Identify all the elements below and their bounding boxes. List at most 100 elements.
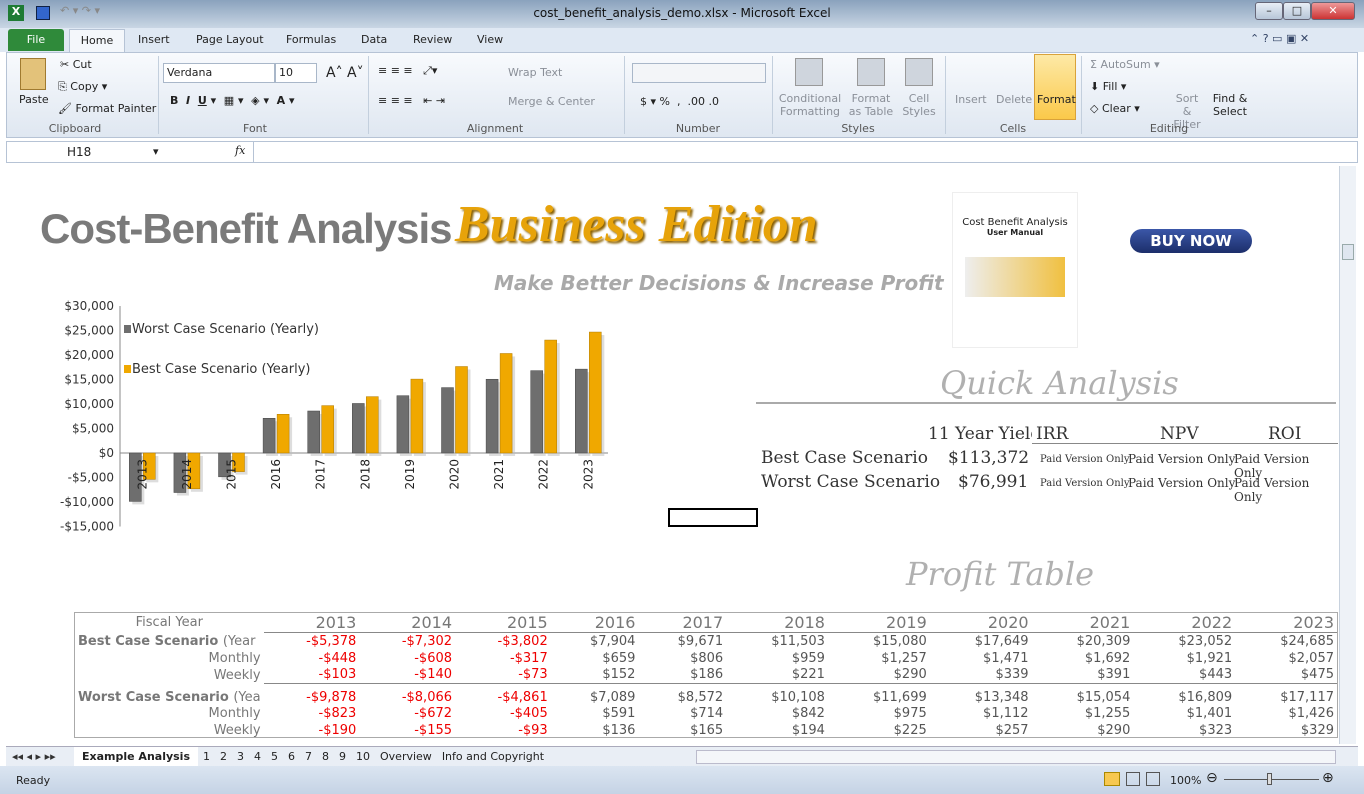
- page-break-view-icon[interactable]: [1146, 772, 1160, 786]
- table-cell[interactable]: $10,108: [726, 683, 828, 705]
- table-cell[interactable]: $1,471: [930, 650, 1032, 667]
- table-cell[interactable]: $1,692: [1032, 650, 1134, 667]
- table-cell[interactable]: -$3,802: [455, 632, 551, 650]
- table-cell[interactable]: $714: [638, 705, 726, 722]
- table-cell[interactable]: -$448: [264, 650, 360, 667]
- table-cell[interactable]: -$103: [264, 667, 360, 684]
- table-cell[interactable]: $329: [1235, 722, 1337, 739]
- name-box-dropdown-icon[interactable]: ▾: [153, 145, 159, 158]
- table-cell[interactable]: -$5,378: [263, 632, 360, 650]
- zoom-level[interactable]: 100%: [1170, 774, 1201, 787]
- sheet-tab[interactable]: Info and Copyright: [437, 747, 549, 767]
- normal-view-icon[interactable]: [1104, 772, 1120, 786]
- table-cell[interactable]: $17,117: [1235, 683, 1337, 705]
- tab-review[interactable]: Review: [413, 33, 452, 46]
- table-cell[interactable]: $16,809: [1133, 683, 1236, 705]
- number-format-select[interactable]: [632, 63, 766, 83]
- table-cell[interactable]: -$672: [359, 705, 455, 722]
- table-cell[interactable]: $11,699: [827, 683, 930, 705]
- bold-button[interactable]: B I U ▾ ▦ ▾ ◈ ▾ A ▾: [170, 94, 295, 107]
- worksheet[interactable]: Cost-Benefit Analysis Business Edition M…: [8, 166, 1338, 744]
- table-cell[interactable]: $591: [551, 705, 639, 722]
- table-cell[interactable]: -$190: [264, 722, 360, 739]
- copy-button[interactable]: ⎘ Copy ▾: [58, 80, 107, 94]
- table-cell[interactable]: -$93: [455, 722, 551, 739]
- insert-cells-button[interactable]: Insert: [955, 93, 987, 106]
- table-cell[interactable]: $23,052: [1133, 632, 1236, 650]
- table-cell[interactable]: $13,348: [929, 683, 1032, 705]
- name-box[interactable]: H18: [67, 145, 91, 159]
- table-cell[interactable]: -$9,878: [263, 683, 360, 705]
- align-left-icon[interactable]: ≡ ≡ ≡ ⇤ ⇥: [378, 94, 445, 107]
- clear-button[interactable]: ◇ Clear ▾: [1090, 102, 1140, 115]
- table-cell[interactable]: $2,057: [1235, 650, 1337, 667]
- table-cell[interactable]: $194: [726, 722, 828, 739]
- sheet-tab[interactable]: 9: [334, 747, 351, 767]
- table-cell[interactable]: -$7,302: [359, 632, 456, 650]
- merge-center-button[interactable]: Merge & Center: [508, 95, 595, 108]
- format-cells-button[interactable]: Format: [1034, 54, 1076, 120]
- user-manual-thumbnail[interactable]: Cost Benefit Analysis User Manual: [952, 192, 1078, 348]
- font-name-select[interactable]: Verdana: [163, 63, 275, 83]
- sheet-tab[interactable]: 4: [249, 747, 266, 767]
- sheet-tab[interactable]: 6: [283, 747, 300, 767]
- paste-icon[interactable]: [20, 58, 46, 90]
- paste-button[interactable]: Paste: [19, 93, 49, 106]
- table-cell[interactable]: $1,255: [1032, 705, 1134, 722]
- table-cell[interactable]: $1,112: [930, 705, 1032, 722]
- selected-cell-h18[interactable]: [668, 508, 758, 527]
- table-cell[interactable]: -$8,066: [359, 683, 456, 705]
- table-cell[interactable]: $975: [828, 705, 930, 722]
- table-cell[interactable]: -$140: [359, 667, 455, 684]
- sheet-tab[interactable]: Example Analysis: [74, 747, 199, 767]
- table-cell[interactable]: $7,089: [550, 683, 639, 705]
- buy-now-button[interactable]: BUY NOW: [1130, 229, 1252, 253]
- page-layout-view-icon[interactable]: [1126, 772, 1140, 786]
- maximize-button[interactable]: □: [1283, 2, 1311, 20]
- cell-styles-button[interactable]: Cell Styles: [898, 92, 940, 118]
- sheet-tab[interactable]: 3: [232, 747, 249, 767]
- tab-insert[interactable]: Insert: [138, 33, 170, 46]
- format-painter-button[interactable]: 🖌 Format Painter: [58, 102, 156, 115]
- horizontal-scrollbar[interactable]: [696, 750, 1336, 764]
- table-cell[interactable]: $7,904: [550, 632, 639, 650]
- table-cell[interactable]: $323: [1133, 722, 1235, 739]
- table-cell[interactable]: $475: [1235, 667, 1337, 684]
- font-size-select[interactable]: 10: [275, 63, 317, 83]
- wrap-text-button[interactable]: Wrap Text: [508, 66, 562, 79]
- vertical-scrollbar[interactable]: [1339, 166, 1356, 744]
- table-cell[interactable]: $1,401: [1133, 705, 1235, 722]
- minimize-button[interactable]: –: [1255, 2, 1283, 20]
- formula-input[interactable]: [253, 142, 1343, 162]
- table-cell[interactable]: $186: [638, 667, 726, 684]
- table-cell[interactable]: $339: [930, 667, 1032, 684]
- close-button[interactable]: ✕: [1311, 2, 1355, 20]
- cut-button[interactable]: ✂ Cut: [60, 58, 92, 71]
- sheet-tab[interactable]: 10: [351, 747, 375, 767]
- sheet-tab[interactable]: 1: [198, 747, 215, 767]
- sheet-tab[interactable]: Overview: [375, 747, 437, 767]
- table-cell[interactable]: -$73: [455, 667, 551, 684]
- table-cell[interactable]: $225: [828, 722, 930, 739]
- table-cell[interactable]: $221: [726, 667, 828, 684]
- zoom-slider-thumb[interactable]: [1267, 773, 1272, 785]
- sheet-tab[interactable]: 2: [215, 747, 232, 767]
- sheet-tab[interactable]: 7: [300, 747, 317, 767]
- tab-file[interactable]: File: [8, 29, 64, 51]
- grow-font-icon[interactable]: A˄ A˅: [326, 65, 364, 81]
- tab-formulas[interactable]: Formulas: [286, 33, 336, 46]
- table-cell[interactable]: $290: [1032, 722, 1134, 739]
- sheet-nav-icon[interactable]: ◂◂ ◂ ▸ ▸▸: [12, 750, 56, 763]
- table-cell[interactable]: $1,426: [1235, 705, 1337, 722]
- table-cell[interactable]: $17,649: [929, 632, 1032, 650]
- table-cell[interactable]: $1,257: [828, 650, 930, 667]
- table-cell[interactable]: $1,921: [1133, 650, 1235, 667]
- table-cell[interactable]: $136: [551, 722, 639, 739]
- table-cell[interactable]: -$155: [359, 722, 455, 739]
- conditional-formatting-button[interactable]: Conditional Formatting: [778, 92, 842, 118]
- fill-button[interactable]: ⬇ Fill ▾: [1090, 80, 1126, 93]
- table-cell[interactable]: $15,080: [827, 632, 930, 650]
- table-cell[interactable]: -$4,861: [455, 683, 551, 705]
- table-cell[interactable]: -$317: [455, 650, 551, 667]
- table-cell[interactable]: $24,685: [1235, 632, 1337, 650]
